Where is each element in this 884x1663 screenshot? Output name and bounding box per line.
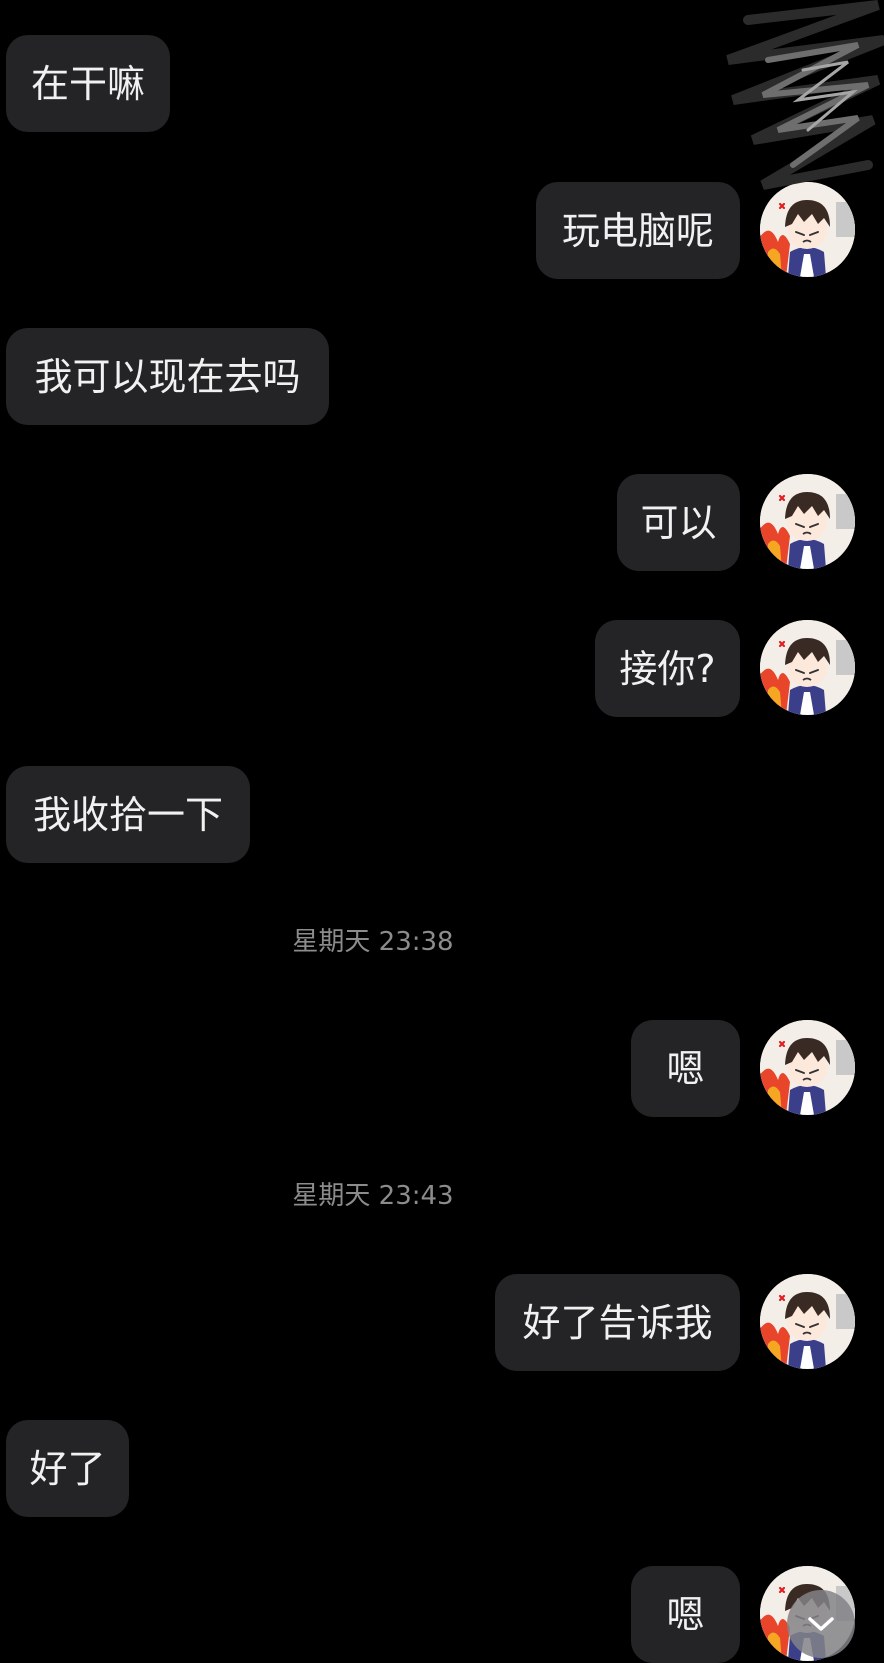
message-bubble-left[interactable]: 好了: [6, 1420, 129, 1517]
chat-thread: 在干嘛 玩电脑呢 我可以现在去吗 可以 接你? 我收拾一下 星期天 23:38 …: [0, 0, 884, 1663]
anime-avatar-icon: [760, 620, 855, 715]
avatar[interactable]: [760, 1274, 855, 1369]
chevron-down-icon: [808, 1617, 834, 1631]
anime-avatar-icon: [760, 1020, 855, 1115]
avatar[interactable]: [760, 474, 855, 569]
scribble-redaction: [726, 0, 884, 190]
message-bubble-right[interactable]: 嗯: [631, 1566, 740, 1663]
avatar[interactable]: [760, 1020, 855, 1115]
timestamp: 星期天 23:43: [292, 1181, 454, 1211]
anime-avatar-icon: [760, 474, 855, 569]
message-bubble-left[interactable]: 我收拾一下: [6, 766, 250, 863]
message-bubble-right[interactable]: 好了告诉我: [495, 1274, 740, 1371]
timestamp: 星期天 23:38: [292, 927, 454, 957]
message-bubble-right[interactable]: 可以: [617, 474, 740, 571]
message-bubble-left[interactable]: 在干嘛: [6, 35, 170, 132]
avatar[interactable]: [760, 620, 855, 715]
message-bubble-left[interactable]: 我可以现在去吗: [6, 328, 329, 425]
message-bubble-right[interactable]: 嗯: [631, 1020, 740, 1117]
scroll-to-bottom-button[interactable]: [787, 1590, 855, 1658]
message-bubble-right[interactable]: 接你?: [595, 620, 740, 717]
anime-avatar-icon: [760, 1274, 855, 1369]
